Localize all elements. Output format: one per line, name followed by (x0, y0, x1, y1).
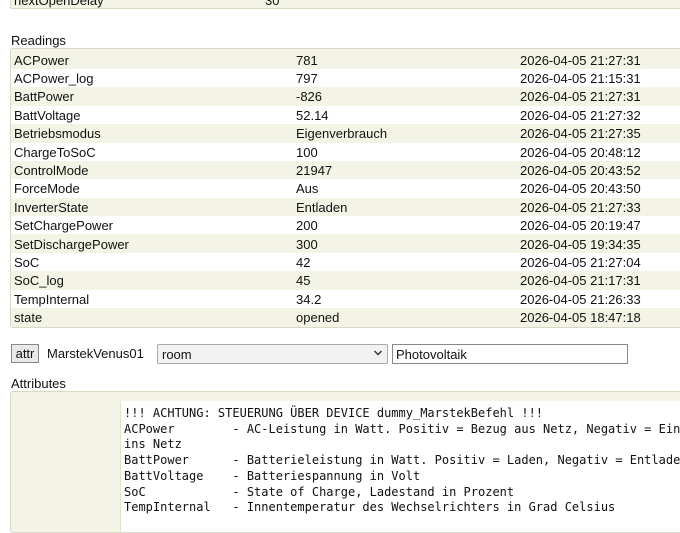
reading-value: -826 (296, 89, 323, 105)
reading-value: 45 (296, 273, 311, 289)
reading-name[interactable]: ForceMode (14, 181, 80, 196)
comment-line: TempInternal - Innentemperatur des Wechs… (124, 500, 616, 515)
reading-name[interactable]: BattPower (14, 89, 74, 104)
reading-row[interactable]: ACPower_log 797 2026-04-05 21:15:31 (11, 68, 680, 88)
reading-row[interactable]: ControlMode 21947 2026-04-05 20:43:52 (11, 160, 680, 180)
reading-name[interactable]: InverterState (14, 200, 88, 215)
comment-line: BattVoltage - Batteriespannung in Volt (124, 468, 421, 483)
reading-timestamp: 2026-04-05 21:27:35 (520, 126, 641, 142)
reading-value: Aus (296, 181, 319, 197)
reading-row[interactable]: SetDischargePower 300 2026-04-05 19:34:35 (11, 234, 680, 253)
comment-attribute-cell: !!! ACHTUNG: STEUERUNG ÜBER DEVICE dummy… (120, 401, 680, 532)
attribute-select-value: room (162, 347, 192, 362)
comment-attribute-text: !!! ACHTUNG: STEUERUNG ÜBER DEVICE dummy… (124, 406, 680, 516)
reading-timestamp: 2026-04-05 21:15:31 (520, 70, 641, 86)
reading-name[interactable]: ACPower (14, 53, 69, 68)
reading-value: Entladen (296, 199, 348, 215)
reading-name[interactable]: ControlMode (14, 163, 88, 178)
reading-timestamp: 2026-04-05 21:17:31 (520, 273, 641, 289)
comment-line: BattPower - Batterieleistung in Watt. Po… (124, 453, 680, 468)
reading-row[interactable]: BattPower -826 2026-04-05 21:27:31 (11, 87, 680, 106)
reading-name[interactable]: ACPower_log (14, 71, 94, 86)
readings-title: Readings (11, 33, 66, 48)
reading-name[interactable]: SetChargePower (14, 218, 113, 233)
reading-value: 781 (296, 52, 318, 68)
reading-value: 42 (296, 254, 311, 270)
reading-timestamp: 2026-04-05 21:27:32 (520, 107, 641, 123)
reading-value: 52.14 (296, 107, 329, 123)
attributes-title: Attributes (11, 376, 66, 391)
reading-timestamp: 2026-04-05 21:27:33 (520, 199, 641, 215)
reading-row[interactable]: ACPower 781 2026-04-05 21:27:31 (11, 50, 680, 69)
internal-name: nextOpenDelay (14, 0, 104, 8)
reading-timestamp: 2026-04-05 21:27:31 (520, 52, 641, 68)
reading-timestamp: 2026-04-05 21:27:04 (520, 254, 641, 270)
reading-value: 34.2 (296, 291, 322, 307)
reading-timestamp: 2026-04-05 21:26:33 (520, 291, 641, 307)
reading-name[interactable]: BattVoltage (14, 108, 81, 123)
reading-timestamp: 2026-04-05 20:19:47 (520, 218, 641, 234)
reading-value: 200 (296, 218, 318, 234)
reading-timestamp: 2026-04-05 20:43:50 (520, 181, 641, 197)
reading-timestamp: 2026-04-05 20:48:12 (520, 144, 641, 160)
reading-row[interactable]: ChargeToSoC 100 2026-04-05 20:48:12 (11, 142, 680, 161)
device-name-label: MarstekVenus01 (47, 346, 144, 361)
reading-timestamp: 2026-04-05 19:34:35 (520, 236, 641, 252)
reading-value: Eigenverbrauch (296, 126, 388, 142)
top-internals-row: nextOpenDelay 30 (10, 0, 680, 9)
reading-timestamp: 2026-04-05 21:27:31 (520, 89, 641, 105)
reading-row[interactable]: Betriebsmodus Eigenverbrauch 2026-04-05 21… (11, 124, 680, 143)
reading-value: 797 (296, 70, 318, 86)
reading-timestamp: 2026-04-05 20:43:52 (520, 162, 641, 178)
comment-line: !!! ACHTUNG: STEUERUNG ÜBER DEVICE dummy… (124, 406, 544, 420)
comment-line: SoC - State of Charge, Ladestand in Proz… (124, 484, 515, 499)
reading-name[interactable]: SoC (14, 255, 39, 270)
reading-timestamp: 2026-04-05 18:47:18 (520, 310, 641, 326)
reading-name[interactable]: SoC_log (14, 273, 64, 288)
reading-name[interactable]: ChargeToSoC (14, 145, 96, 160)
reading-row[interactable]: SoC_log 45 2026-04-05 21:17:31 (11, 271, 680, 290)
reading-value: 21947 (296, 162, 333, 178)
reading-name[interactable]: TempInternal (14, 292, 89, 307)
attribute-select[interactable]: room (157, 344, 388, 364)
reading-row[interactable]: BattVoltage 52.14 2026-04-05 21:27:32 (11, 105, 680, 125)
attributes-table: !!! ACHTUNG: STEUERUNG ÜBER DEVICE dummy… (10, 391, 680, 533)
chevron-down-icon (374, 350, 382, 356)
reading-value: 100 (296, 144, 318, 160)
reading-row[interactable]: SoC 42 2026-04-05 21:27:04 (11, 252, 680, 272)
reading-row[interactable]: SetChargePower 200 2026-04-05 20:19:47 (11, 216, 680, 235)
comment-line: ins Netz (124, 437, 182, 452)
attr-button[interactable]: attr (11, 344, 39, 363)
reading-name[interactable]: state (14, 310, 42, 325)
readings-table: ACPower 781 2026-04-05 21:27:31 ACPower_log… (10, 48, 680, 328)
attribute-value-input[interactable] (392, 344, 628, 364)
reading-name[interactable]: SetDischargePower (14, 237, 129, 252)
reading-value: opened (296, 310, 340, 326)
reading-value: 300 (296, 236, 318, 252)
comment-line: ACPower - AC-Leistung in Watt. Positiv =… (124, 421, 680, 436)
reading-name[interactable]: Betriebsmodus (14, 126, 101, 141)
reading-row[interactable]: TempInternal 34.2 2026-04-05 21:26:33 (11, 289, 680, 309)
reading-row[interactable]: ForceMode Aus 2026-04-05 20:43:50 (11, 179, 680, 198)
reading-row[interactable]: state opened 2026-04-05 18:47:18 (11, 308, 680, 327)
reading-row[interactable]: InverterState Entladen 2026-04-05 21:27:33 (11, 197, 680, 217)
internal-value: 30 (265, 0, 280, 8)
